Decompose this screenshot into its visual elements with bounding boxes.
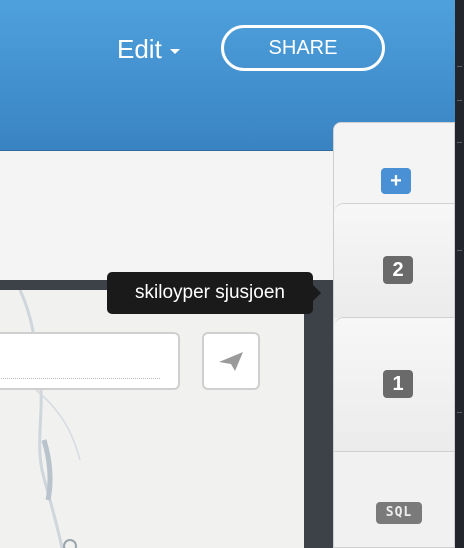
edit-label: Edit [117, 34, 162, 64]
tab-add-layer[interactable]: + [334, 123, 454, 206]
tab-layer-1[interactable]: 1 [334, 317, 454, 452]
main-content [0, 151, 335, 548]
layer-number-badge: 1 [383, 370, 413, 398]
share-button[interactable]: SHARE [221, 25, 385, 71]
window-edge [455, 0, 464, 548]
tab-layer-2[interactable]: 2 [334, 203, 454, 318]
send-arrow-icon [219, 352, 243, 371]
chevron-down-icon [169, 49, 180, 54]
search-input[interactable] [0, 332, 180, 390]
tab-sql[interactable]: SQL [334, 451, 454, 547]
edit-menu[interactable]: Edit [117, 34, 180, 65]
sql-icon: SQL [376, 502, 422, 524]
search-underline [0, 378, 160, 379]
map-frame [0, 280, 335, 548]
map-canvas[interactable] [0, 290, 304, 548]
layer-number-badge: 2 [383, 256, 413, 284]
locate-button[interactable] [202, 332, 260, 390]
add-icon: + [381, 168, 411, 194]
tooltip-arrow [313, 285, 321, 301]
map-streams [18, 290, 81, 548]
layers-panel: + 2 1 SQL [333, 122, 455, 548]
layer-tooltip: skiloyper sjusjoen [107, 272, 313, 314]
